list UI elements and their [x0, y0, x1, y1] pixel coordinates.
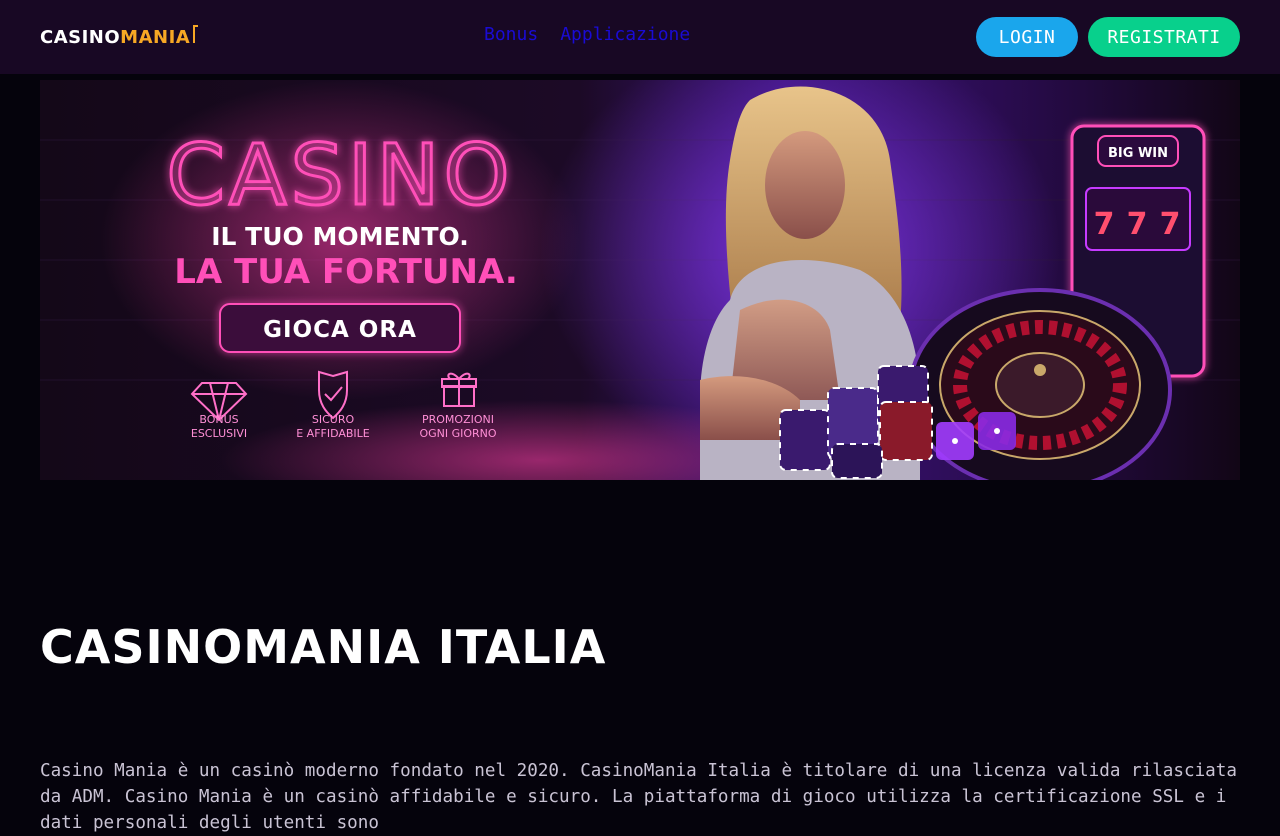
feature-2-line2: E AFFIDABILE	[296, 427, 370, 440]
slot-reel-3: 7	[1160, 207, 1181, 242]
banner-headline: CASINO	[166, 126, 513, 224]
banner-tagline-2: LA TUA FORTUNA.	[174, 252, 518, 292]
nav-link-applicazione[interactable]: Applicazione	[560, 24, 690, 45]
site-header: CASINO MANIA Bonus Applicazione LOGIN REG…	[0, 0, 1280, 74]
banner-artwork: BIG WIN 7 7 7 CASINO IL TUO MOMENTO. LA …	[40, 80, 1240, 480]
page-title: CASINOMANIA ITALIA	[40, 620, 607, 674]
feature-1-line1: BONUS	[199, 413, 238, 426]
slot-sign-text: BIG WIN	[1108, 146, 1168, 161]
banner-cta-button: GIOCA ORA	[263, 317, 417, 343]
login-button[interactable]: LOGIN	[976, 17, 1078, 57]
site-logo[interactable]: CASINO MANIA	[40, 24, 199, 48]
nav-link-bonus[interactable]: Bonus	[484, 24, 538, 45]
intro-paragraph: Casino Mania è un casinò moderno fondato…	[40, 761, 1237, 833]
feature-1-line2: ESCLUSIVI	[191, 427, 247, 440]
feature-3-line2: OGNI GIORNO	[419, 427, 496, 440]
feature-2-line1: SICURO	[312, 413, 355, 426]
main-nav: Bonus Applicazione	[484, 24, 690, 45]
logo-text-mania: MANIA	[120, 27, 191, 48]
slot-reel-2: 7	[1127, 207, 1148, 242]
feature-3-line1: PROMOZIONI	[422, 413, 494, 426]
logo-text-casino: CASINO	[40, 27, 121, 48]
register-button[interactable]: REGISTRATI	[1088, 17, 1240, 57]
slot-reel-1: 7	[1094, 207, 1115, 242]
banner-tagline-1: IL TUO MOMENTO.	[211, 222, 469, 251]
logo-mark-icon	[193, 24, 199, 43]
promo-banner[interactable]: BIG WIN 7 7 7 CASINO IL TUO MOMENTO. LA …	[40, 80, 1240, 480]
